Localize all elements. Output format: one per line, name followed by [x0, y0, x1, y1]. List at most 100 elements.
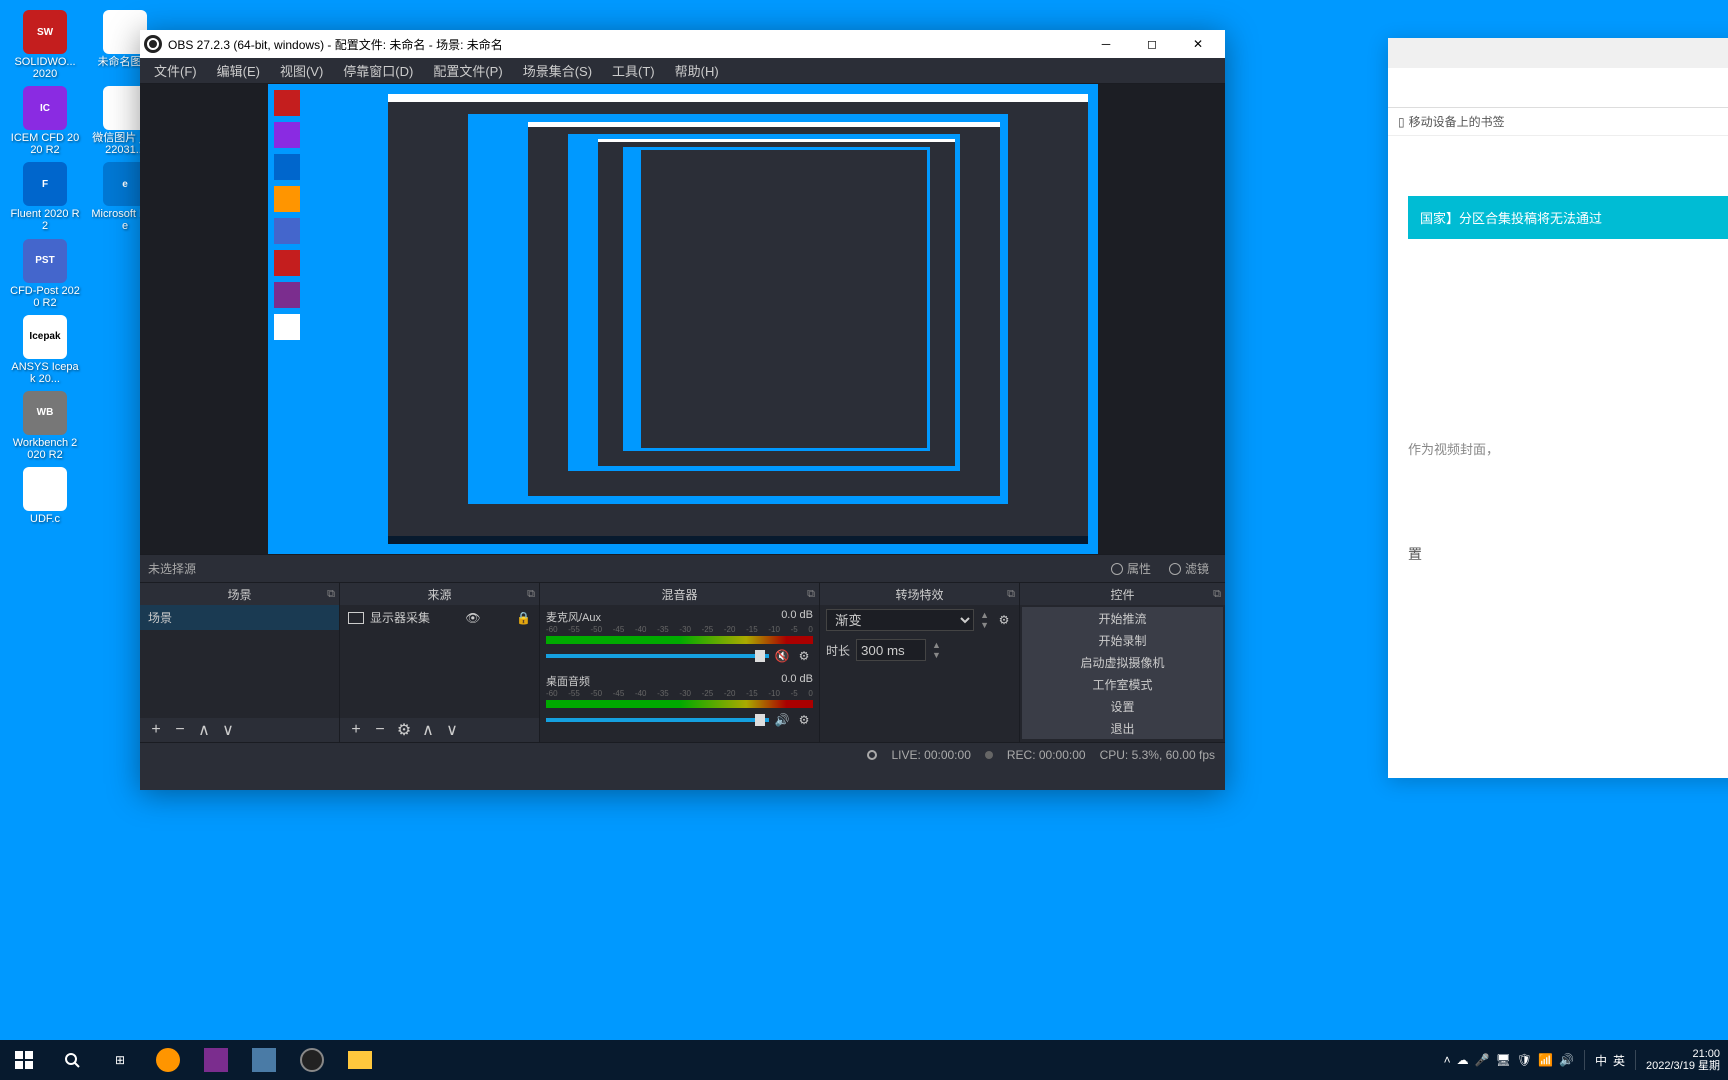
mixer-title: 混音器 [661, 586, 697, 603]
menu-item[interactable]: 停靠窗口(D) [333, 59, 423, 82]
menu-item[interactable]: 视图(V) [270, 59, 333, 82]
controls-title: 控件 [1110, 586, 1134, 603]
preview-area[interactable] [140, 84, 1225, 554]
menu-item[interactable]: 场景集合(S) [513, 59, 602, 82]
control-button[interactable]: 开始推流 [1022, 607, 1223, 629]
popout-icon[interactable]: ⧉ [527, 588, 535, 601]
popout-icon[interactable]: ⧉ [1213, 588, 1221, 601]
level-meter [546, 636, 813, 644]
preview-canvas [268, 84, 1098, 554]
cpu-status: CPU: 5.3%, 60.00 fps [1100, 748, 1215, 762]
popout-icon[interactable]: ⧉ [807, 588, 815, 601]
visibility-toggle[interactable]: 👁 [465, 611, 480, 625]
no-source-label: 未选择源 [148, 560, 196, 577]
menu-item[interactable]: 编辑(E) [207, 59, 270, 82]
start-button[interactable] [0, 1040, 48, 1080]
obs-app-icon [144, 35, 162, 53]
mute-button[interactable]: 🔊 [773, 711, 791, 729]
popout-icon[interactable]: ⧉ [327, 588, 335, 601]
spin-up[interactable]: ▲ [980, 610, 989, 620]
source-settings-button[interactable]: ⚙ [394, 720, 414, 740]
window-maximize-button[interactable]: ◻ [1129, 30, 1175, 58]
tray-shield-icon[interactable]: 🛡 [1517, 1053, 1532, 1067]
scene-item[interactable]: 场景 [140, 605, 339, 630]
window-minimize-button[interactable]: ─ [1083, 30, 1129, 58]
window-close-button[interactable]: ✕ [1175, 30, 1221, 58]
obs-window: OBS 27.2.3 (64-bit, windows) - 配置文件: 未命名… [140, 30, 1225, 790]
filters-button[interactable]: 滤镜 [1161, 558, 1217, 579]
source-remove-button[interactable]: − [370, 720, 390, 740]
scene-down-button[interactable]: ∨ [218, 720, 238, 740]
scenes-title: 场景 [227, 586, 251, 603]
source-item[interactable]: 显示器采集 👁 🔒 [340, 605, 539, 630]
ime-sub[interactable]: 英 [1613, 1052, 1625, 1069]
spin-down[interactable]: ▼ [932, 650, 941, 660]
scene-remove-button[interactable]: − [170, 720, 190, 740]
menu-item[interactable]: 帮助(H) [665, 59, 729, 82]
browser-toolbar: ☆ ↶ ≡ [1388, 68, 1728, 108]
live-icon [867, 750, 877, 760]
mute-button[interactable]: 🔇 [773, 647, 791, 665]
control-button[interactable]: 工作室模式 [1022, 673, 1223, 695]
page-banner: 国家】分区合集投稿将无法通过 [1408, 196, 1728, 239]
desktop-icon[interactable]: IcepakANSYS Icepak 20... [10, 315, 80, 385]
desktop-icon[interactable]: FFluent 2020 R2 [10, 162, 80, 232]
obs-titlebar: OBS 27.2.3 (64-bit, windows) - 配置文件: 未命名… [140, 30, 1225, 58]
rec-icon [985, 751, 993, 759]
channel-db: 0.0 dB [781, 673, 813, 689]
volume-slider[interactable] [546, 654, 769, 658]
search-button[interactable] [48, 1040, 96, 1080]
tray-cloud-icon[interactable]: ☁ [1457, 1053, 1469, 1067]
control-button[interactable]: 开始录制 [1022, 629, 1223, 651]
tray-monitor-icon[interactable]: 🖥 [1496, 1053, 1511, 1067]
spin-down[interactable]: ▼ [980, 620, 989, 630]
desktop-icon[interactable]: SWSOLIDWO... 2020 [10, 10, 80, 80]
taskbar-onenote[interactable] [192, 1040, 240, 1080]
control-button[interactable]: 退出 [1022, 717, 1223, 739]
sources-panel: 来源 ⧉ 显示器采集 👁 🔒 + − ⚙ ∧ ∨ [340, 583, 540, 742]
source-down-button[interactable]: ∨ [442, 720, 462, 740]
desktop-icon[interactable]: PSTCFD-Post 2020 R2 [10, 239, 80, 309]
scene-up-button[interactable]: ∧ [194, 720, 214, 740]
ime-lang[interactable]: 中 [1595, 1052, 1607, 1069]
taskbar: ⊞ ˄ ☁ 🎤 🖥 🛡 📶 🔊 中 英 21:00 2022/3/19 星期 [0, 1040, 1728, 1080]
transition-select[interactable]: 渐变 [826, 609, 974, 631]
spin-up[interactable]: ▲ [932, 640, 941, 650]
channel-settings-button[interactable]: ⚙ [795, 647, 813, 665]
control-button[interactable]: 启动虚拟摄像机 [1022, 651, 1223, 673]
bookmark-label[interactable]: 移动设备上的书签 [1409, 113, 1505, 130]
transitions-panel: 转场特效⧉ 渐变 ▲▼ ⚙ 时长 ▲▼ [820, 583, 1020, 742]
menu-item[interactable]: 工具(T) [602, 59, 665, 82]
popout-icon[interactable]: ⧉ [1007, 588, 1015, 601]
volume-slider[interactable] [546, 718, 769, 722]
tray-volume-icon[interactable]: 🔊 [1559, 1053, 1574, 1067]
lock-toggle[interactable]: 🔒 [516, 611, 531, 625]
taskbar-obs[interactable] [288, 1040, 336, 1080]
gear-icon [1111, 563, 1123, 575]
tray-up-icon[interactable]: ˄ [1444, 1053, 1451, 1067]
duration-input[interactable] [856, 639, 926, 661]
scene-add-button[interactable]: + [146, 720, 166, 740]
control-button[interactable]: 设置 [1022, 695, 1223, 717]
obs-menubar: 文件(F)编辑(E)视图(V)停靠窗口(D)配置文件(P)场景集合(S)工具(T… [140, 58, 1225, 84]
taskbar-app[interactable] [240, 1040, 288, 1080]
desktop-icon[interactable]: ICICEM CFD 2020 R2 [10, 86, 80, 156]
taskbar-firefox[interactable] [144, 1040, 192, 1080]
properties-button[interactable]: 属性 [1103, 558, 1159, 579]
tray-mic-icon[interactable]: 🎤 [1475, 1053, 1490, 1067]
menu-item[interactable]: 文件(F) [144, 59, 207, 82]
transition-settings-button[interactable]: ⚙ [995, 611, 1013, 629]
task-view-button[interactable]: ⊞ [96, 1040, 144, 1080]
rec-status: REC: 00:00:00 [1007, 748, 1086, 762]
tray-wifi-icon[interactable]: 📶 [1538, 1053, 1553, 1067]
source-add-button[interactable]: + [346, 720, 366, 740]
sources-title: 来源 [427, 586, 451, 603]
channel-settings-button[interactable]: ⚙ [795, 711, 813, 729]
level-meter [546, 700, 813, 708]
menu-item[interactable]: 配置文件(P) [423, 59, 512, 82]
taskbar-clock[interactable]: 21:00 2022/3/19 星期 [1646, 1048, 1720, 1072]
desktop-icon[interactable]: UDF.c [10, 467, 80, 525]
desktop-icon[interactable]: WBWorkbench 2020 R2 [10, 391, 80, 461]
taskbar-explorer[interactable] [336, 1040, 384, 1080]
source-up-button[interactable]: ∧ [418, 720, 438, 740]
